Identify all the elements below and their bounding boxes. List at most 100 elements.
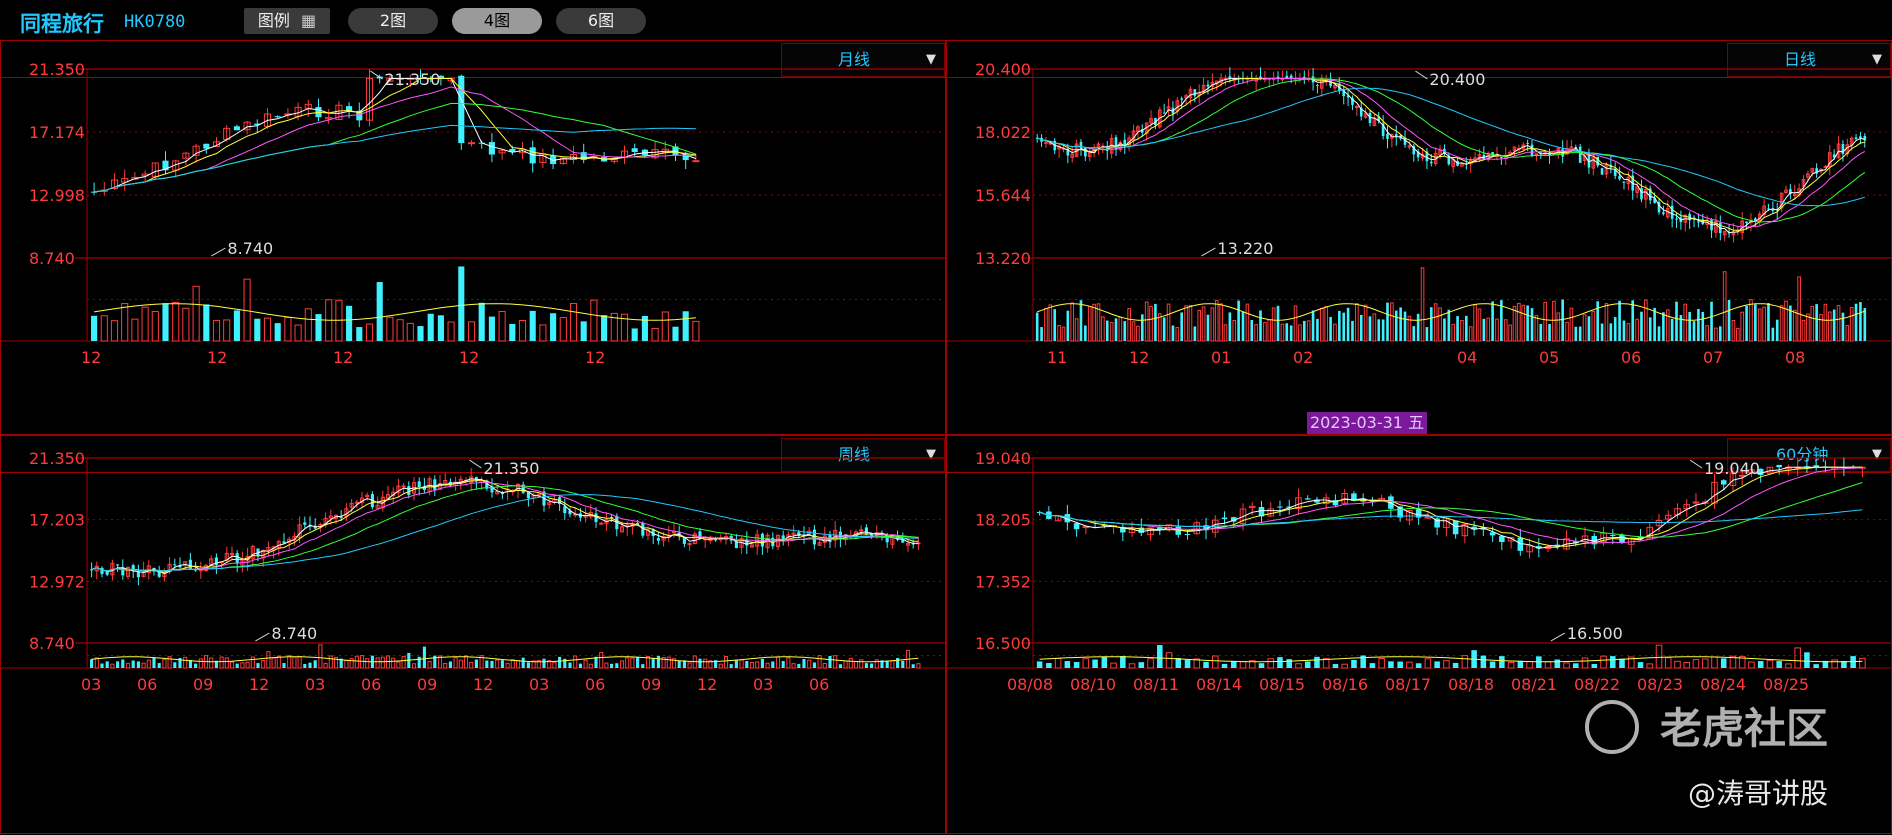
volume-bar — [453, 657, 458, 669]
volume-bar — [1784, 300, 1788, 342]
volume-bar — [1482, 318, 1486, 341]
volume-bar — [1711, 656, 1718, 669]
candle-body — [1534, 153, 1539, 156]
candle-body — [407, 486, 411, 495]
volume-bar — [1157, 645, 1163, 668]
volume-bar — [1434, 661, 1440, 668]
volume-bar — [1854, 303, 1858, 341]
volume-bar — [406, 322, 414, 342]
volume-bar — [1748, 661, 1755, 669]
volume-bar — [1259, 310, 1262, 341]
volume-bar — [224, 657, 229, 669]
volume-bar — [521, 657, 525, 668]
candle-body — [859, 529, 864, 532]
x-tick-label: 08 — [1785, 348, 1805, 367]
volume-bar — [542, 658, 546, 668]
volume-bar — [1655, 644, 1663, 669]
volume-bar — [1662, 312, 1665, 341]
volume-bar — [1433, 303, 1438, 342]
tab-2-charts[interactable]: 2图 — [348, 8, 438, 34]
candle-body — [1823, 165, 1828, 168]
candle-body — [1162, 112, 1166, 114]
volume-bar — [1092, 303, 1096, 342]
tab-6-charts[interactable]: 6图 — [556, 8, 646, 34]
author-handle: @涛哥讲股 — [1688, 777, 1829, 810]
candle-body — [1499, 536, 1505, 543]
volume-bar — [1316, 318, 1319, 341]
volume-bar — [427, 313, 434, 341]
volume-bar — [1165, 652, 1173, 669]
x-tick-label: 09 — [641, 675, 661, 694]
volume-bar — [1806, 313, 1810, 342]
y-tick-label: 12.972 — [29, 572, 85, 591]
volume-bar — [365, 658, 370, 669]
volume-bar — [515, 659, 521, 669]
volume-bar — [1105, 320, 1109, 341]
volume-bar — [233, 310, 240, 341]
volume-bar — [1657, 326, 1661, 341]
volume-bar — [1223, 324, 1228, 342]
volume-bar — [786, 657, 791, 669]
volume-bar — [209, 657, 214, 669]
candle-body — [1316, 84, 1319, 86]
volume-bar — [1048, 304, 1053, 342]
candle-body — [692, 160, 700, 163]
volume-bar — [1175, 327, 1180, 342]
tab-4-charts[interactable]: 4图 — [452, 8, 542, 34]
candle-body — [734, 541, 738, 549]
volume-bar — [297, 656, 302, 669]
volume-bar — [1219, 303, 1223, 342]
volume-bar — [1569, 307, 1574, 342]
volume-bar — [771, 661, 775, 668]
stock-code: HK0780 — [124, 12, 186, 32]
volume-bar — [588, 663, 593, 669]
x-tick-label: 08/08 — [1007, 675, 1053, 694]
volume-bar — [1443, 660, 1450, 669]
candle-body — [100, 567, 104, 574]
volume-bar — [1280, 323, 1285, 342]
volume-bar — [734, 659, 738, 668]
volume-bar — [599, 651, 604, 669]
candle-body — [1206, 84, 1210, 87]
volume-bar — [463, 655, 469, 669]
volume-bar — [1203, 661, 1209, 668]
volume-bar — [1110, 662, 1117, 669]
volume-bar — [1619, 658, 1625, 668]
volume-bar — [1785, 663, 1792, 669]
volume-bar — [718, 663, 723, 669]
volume-bar — [1556, 312, 1561, 342]
volume-bar — [703, 658, 708, 669]
volume-bar — [131, 660, 135, 668]
candle-body — [1745, 221, 1748, 224]
volume-bar — [817, 655, 822, 669]
volume-bar — [1600, 655, 1607, 669]
volume-bar — [1258, 663, 1265, 668]
volume-bar — [500, 660, 504, 668]
candle-body — [797, 532, 801, 537]
volume-bar — [1149, 305, 1153, 342]
volume-bar — [1480, 655, 1487, 668]
candle-body — [1304, 498, 1311, 500]
moving-average-line — [1036, 87, 1865, 207]
x-tick-label: 12 — [81, 348, 101, 367]
volume-bar — [1250, 320, 1254, 341]
tiger-logo-icon — [1585, 700, 1639, 754]
volume-bar — [1267, 658, 1275, 669]
volume-bar — [375, 657, 380, 669]
volume-bar — [1118, 317, 1123, 342]
legend-button[interactable]: 图例 ▦ — [244, 8, 330, 34]
volume-bar — [1762, 306, 1766, 342]
volume-bar — [558, 656, 562, 668]
volume-bar — [1363, 304, 1368, 342]
high-price-label: 19.040 — [1704, 459, 1760, 478]
volume-bar — [896, 658, 900, 668]
volume-bar — [198, 658, 203, 669]
volume-bar — [1120, 656, 1126, 668]
volume-bar — [1123, 321, 1127, 341]
volume-bar — [1214, 299, 1219, 342]
volume-bar — [183, 656, 188, 669]
y-tick-label: 16.500 — [975, 634, 1031, 653]
volume-bar — [276, 655, 281, 669]
volume-bar — [1206, 314, 1210, 341]
volume-bar — [212, 319, 221, 342]
